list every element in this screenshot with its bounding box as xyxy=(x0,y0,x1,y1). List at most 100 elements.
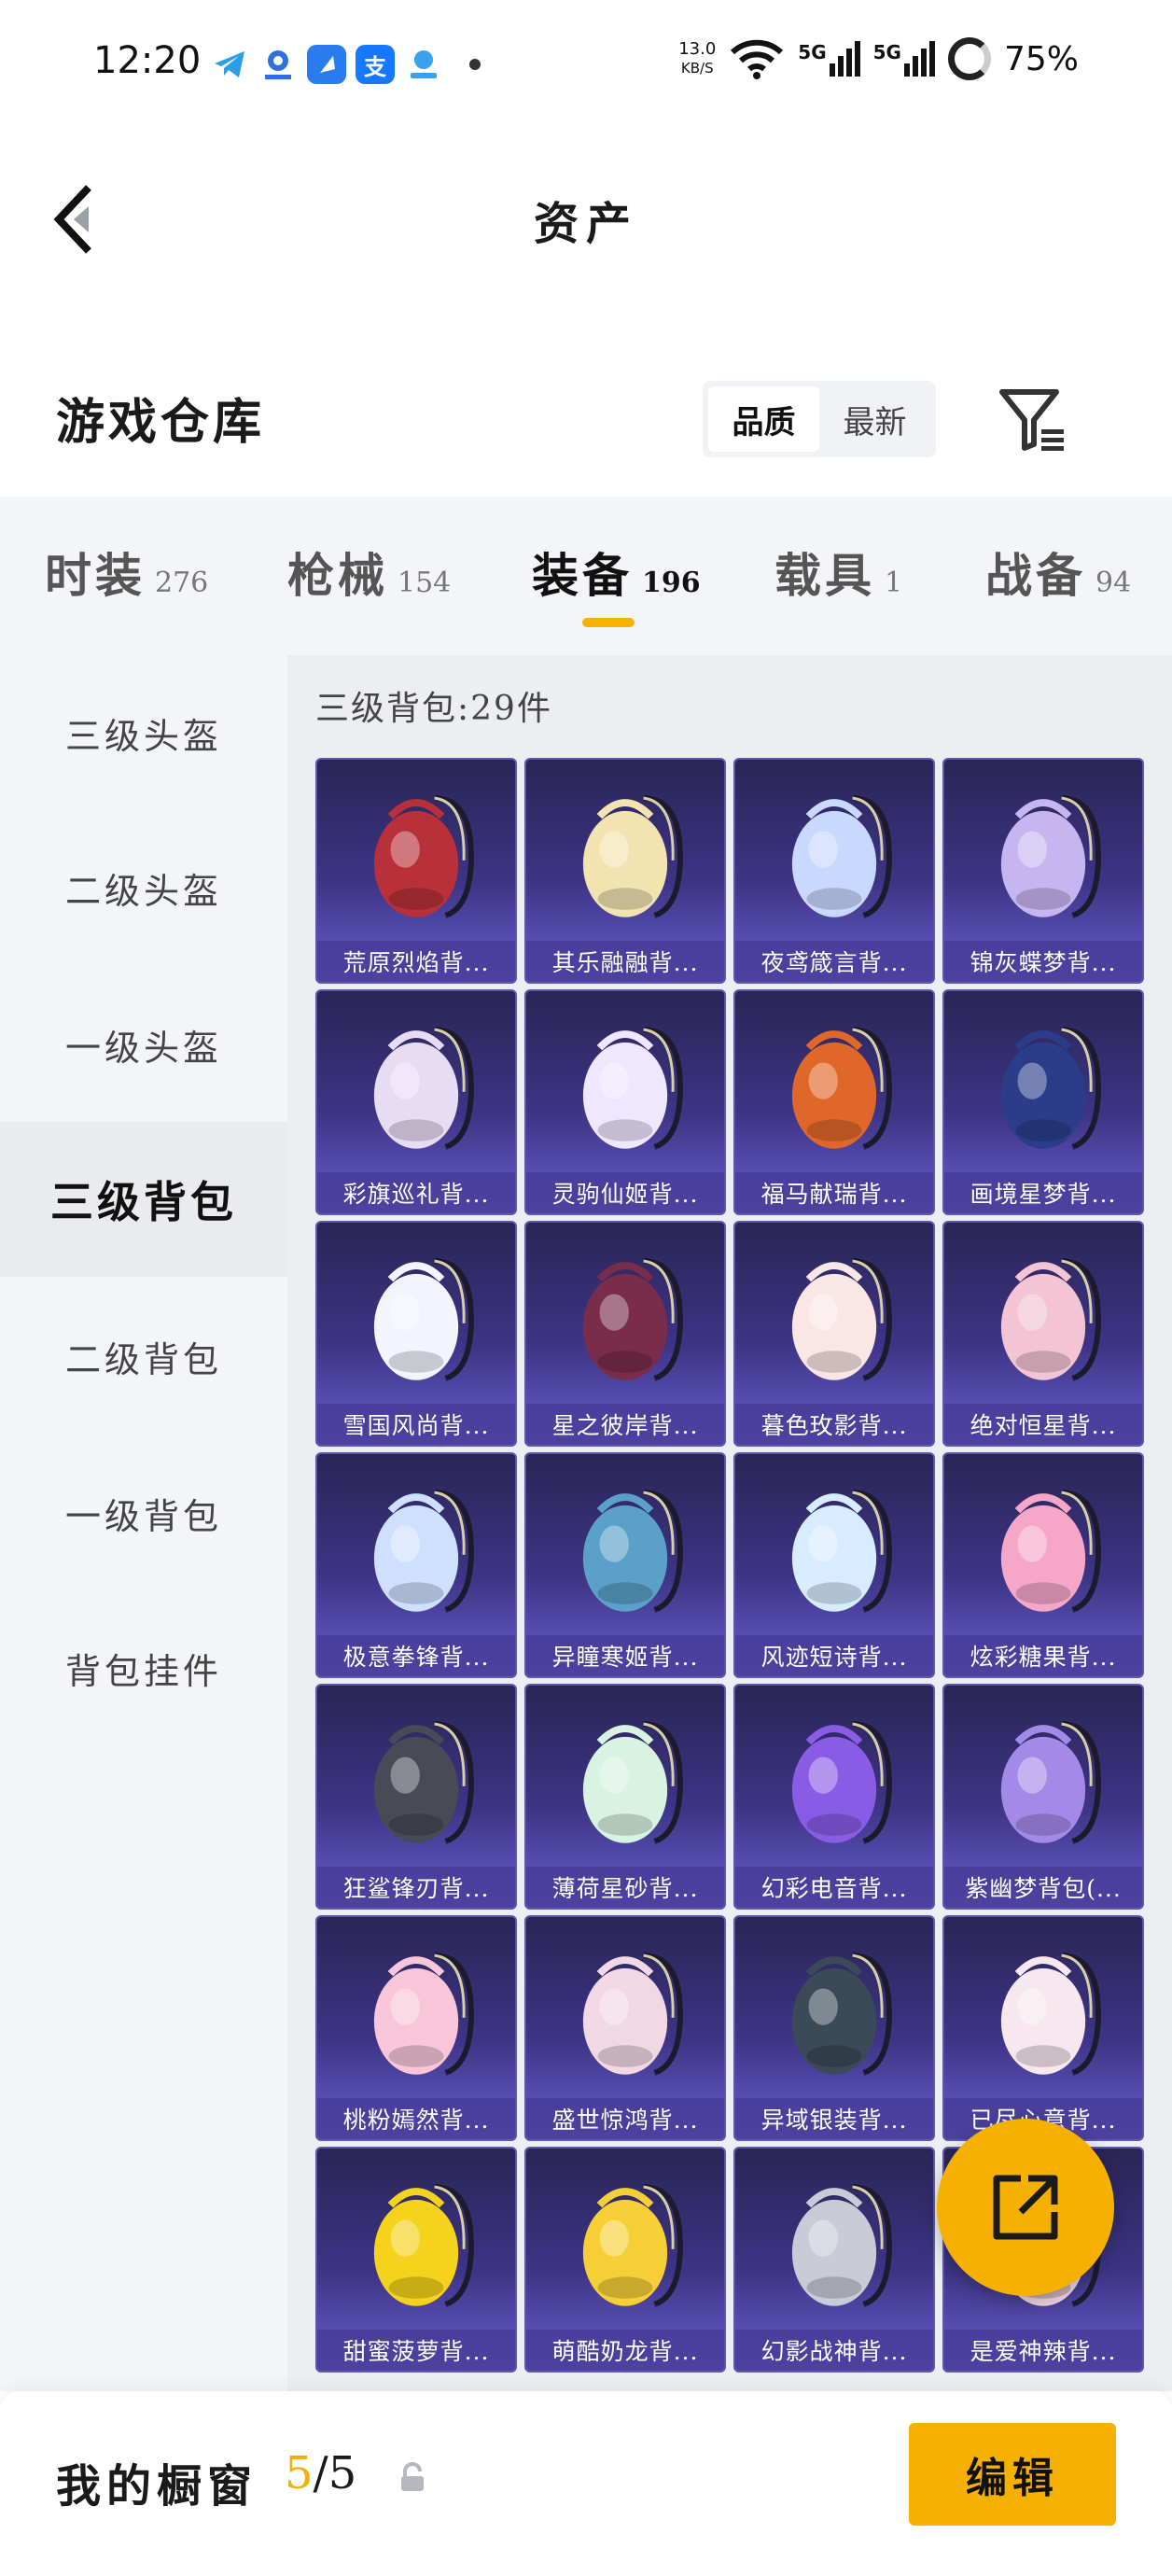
status-right: 13.0 KB/S 5G 5G 75% xyxy=(678,37,1079,80)
backpack-image xyxy=(373,1721,474,1844)
item-card-name: 幻彩电音背... xyxy=(735,1867,933,1908)
item-card-name: 暮色玫影背... xyxy=(735,1404,933,1445)
item-card[interactable]: 极意拳锋背... xyxy=(315,1452,517,1678)
item-card-name: 绝对恒星背... xyxy=(944,1404,1142,1445)
item-card[interactable]: 暮色玫影背... xyxy=(733,1221,935,1447)
filter-button[interactable] xyxy=(997,383,1071,457)
tab-weapons[interactable]: 枪械 154 xyxy=(287,539,451,606)
item-card[interactable]: 炫彩糖果背... xyxy=(942,1452,1144,1678)
item-card[interactable]: 异瞳寒姬背... xyxy=(524,1452,726,1678)
item-card-name: 甜蜜菠萝背... xyxy=(317,2330,515,2371)
signal-1-label: 5G xyxy=(798,41,827,63)
item-card-name: 异域银装背... xyxy=(735,2098,933,2139)
tab-equipment[interactable]: 装备 196 xyxy=(532,539,701,606)
showcase-label: 我的橱窗 xyxy=(56,2460,258,2513)
backpack-image xyxy=(791,1721,892,1844)
item-card-name: 彩旗巡礼背... xyxy=(317,1172,515,1213)
item-card-name: 星之彼岸背... xyxy=(526,1404,724,1445)
backpack-image xyxy=(791,1027,892,1150)
side-item-level3-backpack[interactable]: 三级背包 xyxy=(0,1122,287,1277)
tab-fashion[interactable]: 时装 276 xyxy=(45,539,208,606)
item-card-name: 幻影战神背... xyxy=(735,2330,933,2371)
item-card[interactable]: 幻影战神背... xyxy=(733,2147,935,2373)
item-card-name: 是爱神辣背... xyxy=(944,2330,1142,2371)
tab-count: 154 xyxy=(398,567,452,599)
backpack-image xyxy=(1000,795,1101,918)
item-card-name: 萌酷奶龙背... xyxy=(526,2330,724,2371)
item-card[interactable]: 雪国风尚背... xyxy=(315,1221,517,1447)
item-card[interactable]: 彩旗巡礼背... xyxy=(315,989,517,1215)
backpack-image xyxy=(791,1953,892,2076)
backpack-image xyxy=(373,1490,474,1613)
showcase-count: 5/5 xyxy=(285,2447,356,2499)
alipay-icon: 支 xyxy=(356,45,395,84)
backpack-image xyxy=(1000,1258,1101,1381)
backpack-image xyxy=(1000,1721,1101,1844)
item-card[interactable]: 桃粉嫣然背... xyxy=(315,1915,517,2141)
tab-supplies[interactable]: 战备 94 xyxy=(985,539,1131,606)
warehouse-header: 游戏仓库 品质 最新 xyxy=(0,355,1172,485)
item-card[interactable]: 夜鸢箴言背... xyxy=(733,758,935,984)
sort-newest-option[interactable]: 最新 xyxy=(819,386,930,452)
app-blue-icon xyxy=(258,45,298,84)
item-card-name: 夜鸢箴言背... xyxy=(735,941,933,982)
item-card-name: 极意拳锋背... xyxy=(317,1635,515,1676)
side-item-level2-helmet[interactable]: 二级头盔 xyxy=(0,810,287,965)
header: 资产 xyxy=(0,131,1172,308)
item-card-name: 风迹短诗背... xyxy=(735,1635,933,1676)
item-card-name: 桃粉嫣然背... xyxy=(317,2098,515,2139)
tab-count: 1 xyxy=(885,567,903,599)
side-item-backpack-charm[interactable]: 背包挂件 xyxy=(0,1590,287,1745)
grid-count-header: 三级背包:29件 xyxy=(315,690,552,728)
tab-vehicles[interactable]: 载具 1 xyxy=(774,539,902,606)
item-card[interactable]: 星之彼岸背... xyxy=(524,1221,726,1447)
sort-quality-option[interactable]: 品质 xyxy=(708,386,819,452)
item-card[interactable]: 已尽心意背... xyxy=(942,1915,1144,2141)
share-button[interactable] xyxy=(937,2119,1114,2296)
item-card[interactable]: 薄荷星砂背... xyxy=(524,1684,726,1910)
signal-2-label: 5G xyxy=(872,41,901,63)
item-card-name: 荒原烈焰背... xyxy=(317,941,515,982)
sub-category-nav: 三级头盔 二级头盔 一级头盔 三级背包 二级背包 一级背包 背包挂件 xyxy=(0,655,287,2391)
backpack-image xyxy=(582,1258,683,1381)
item-card-name: 炫彩糖果背... xyxy=(944,1635,1142,1676)
side-item-level3-helmet[interactable]: 三级头盔 xyxy=(0,655,287,810)
tab-label: 时装 xyxy=(45,548,146,603)
backpack-image xyxy=(1000,1027,1101,1150)
item-card[interactable]: 异域银装背... xyxy=(733,1915,935,2141)
backpack-image xyxy=(582,1721,683,1844)
showcase-count-current: 5 xyxy=(285,2447,314,2499)
bell-app-icon xyxy=(307,45,346,84)
item-card[interactable]: 锦灰蝶梦背... xyxy=(942,758,1144,984)
backpack-image xyxy=(373,1258,474,1381)
side-item-level1-helmet[interactable]: 一级头盔 xyxy=(0,967,287,1122)
item-card[interactable]: 盛世惊鸿背... xyxy=(524,1915,726,2141)
item-card[interactable]: 灵驹仙姬背... xyxy=(524,989,726,1215)
item-card[interactable]: 甜蜜菠萝背... xyxy=(315,2147,517,2373)
item-card[interactable]: 绝对恒星背... xyxy=(942,1221,1144,1447)
item-card[interactable]: 风迹短诗背... xyxy=(733,1452,935,1678)
item-card-name: 盛世惊鸿背... xyxy=(526,2098,724,2139)
item-card[interactable]: 紫幽梦背包(... xyxy=(942,1684,1144,1910)
backpack-image xyxy=(1000,1953,1101,2076)
showcase-count-total: /5 xyxy=(313,2447,357,2499)
backpack-image xyxy=(582,1953,683,2076)
item-card[interactable]: 狂鲨锋刃背... xyxy=(315,1684,517,1910)
item-card[interactable]: 萌酷奶龙背... xyxy=(524,2147,726,2373)
tab-label: 枪械 xyxy=(287,548,388,603)
item-card[interactable]: 荒原烈焰背... xyxy=(315,758,517,984)
item-card[interactable]: 其乐融融背... xyxy=(524,758,726,984)
edit-button[interactable]: 编辑 xyxy=(909,2423,1116,2526)
item-card-name: 狂鲨锋刃背... xyxy=(317,1867,515,1908)
side-item-level1-backpack[interactable]: 一级背包 xyxy=(0,1435,287,1590)
side-item-level2-backpack[interactable]: 二级背包 xyxy=(0,1279,287,1434)
telegram-icon xyxy=(210,45,249,84)
warehouse-title: 游戏仓库 xyxy=(56,394,266,451)
item-card[interactable]: 画境星梦背... xyxy=(942,989,1144,1215)
backpack-image xyxy=(582,795,683,918)
backpack-image xyxy=(791,1258,892,1381)
backpack-image xyxy=(373,1027,474,1150)
page-title: 资产 xyxy=(533,198,638,250)
item-card[interactable]: 福马献瑞背... xyxy=(733,989,935,1215)
item-card[interactable]: 幻彩电音背... xyxy=(733,1684,935,1910)
